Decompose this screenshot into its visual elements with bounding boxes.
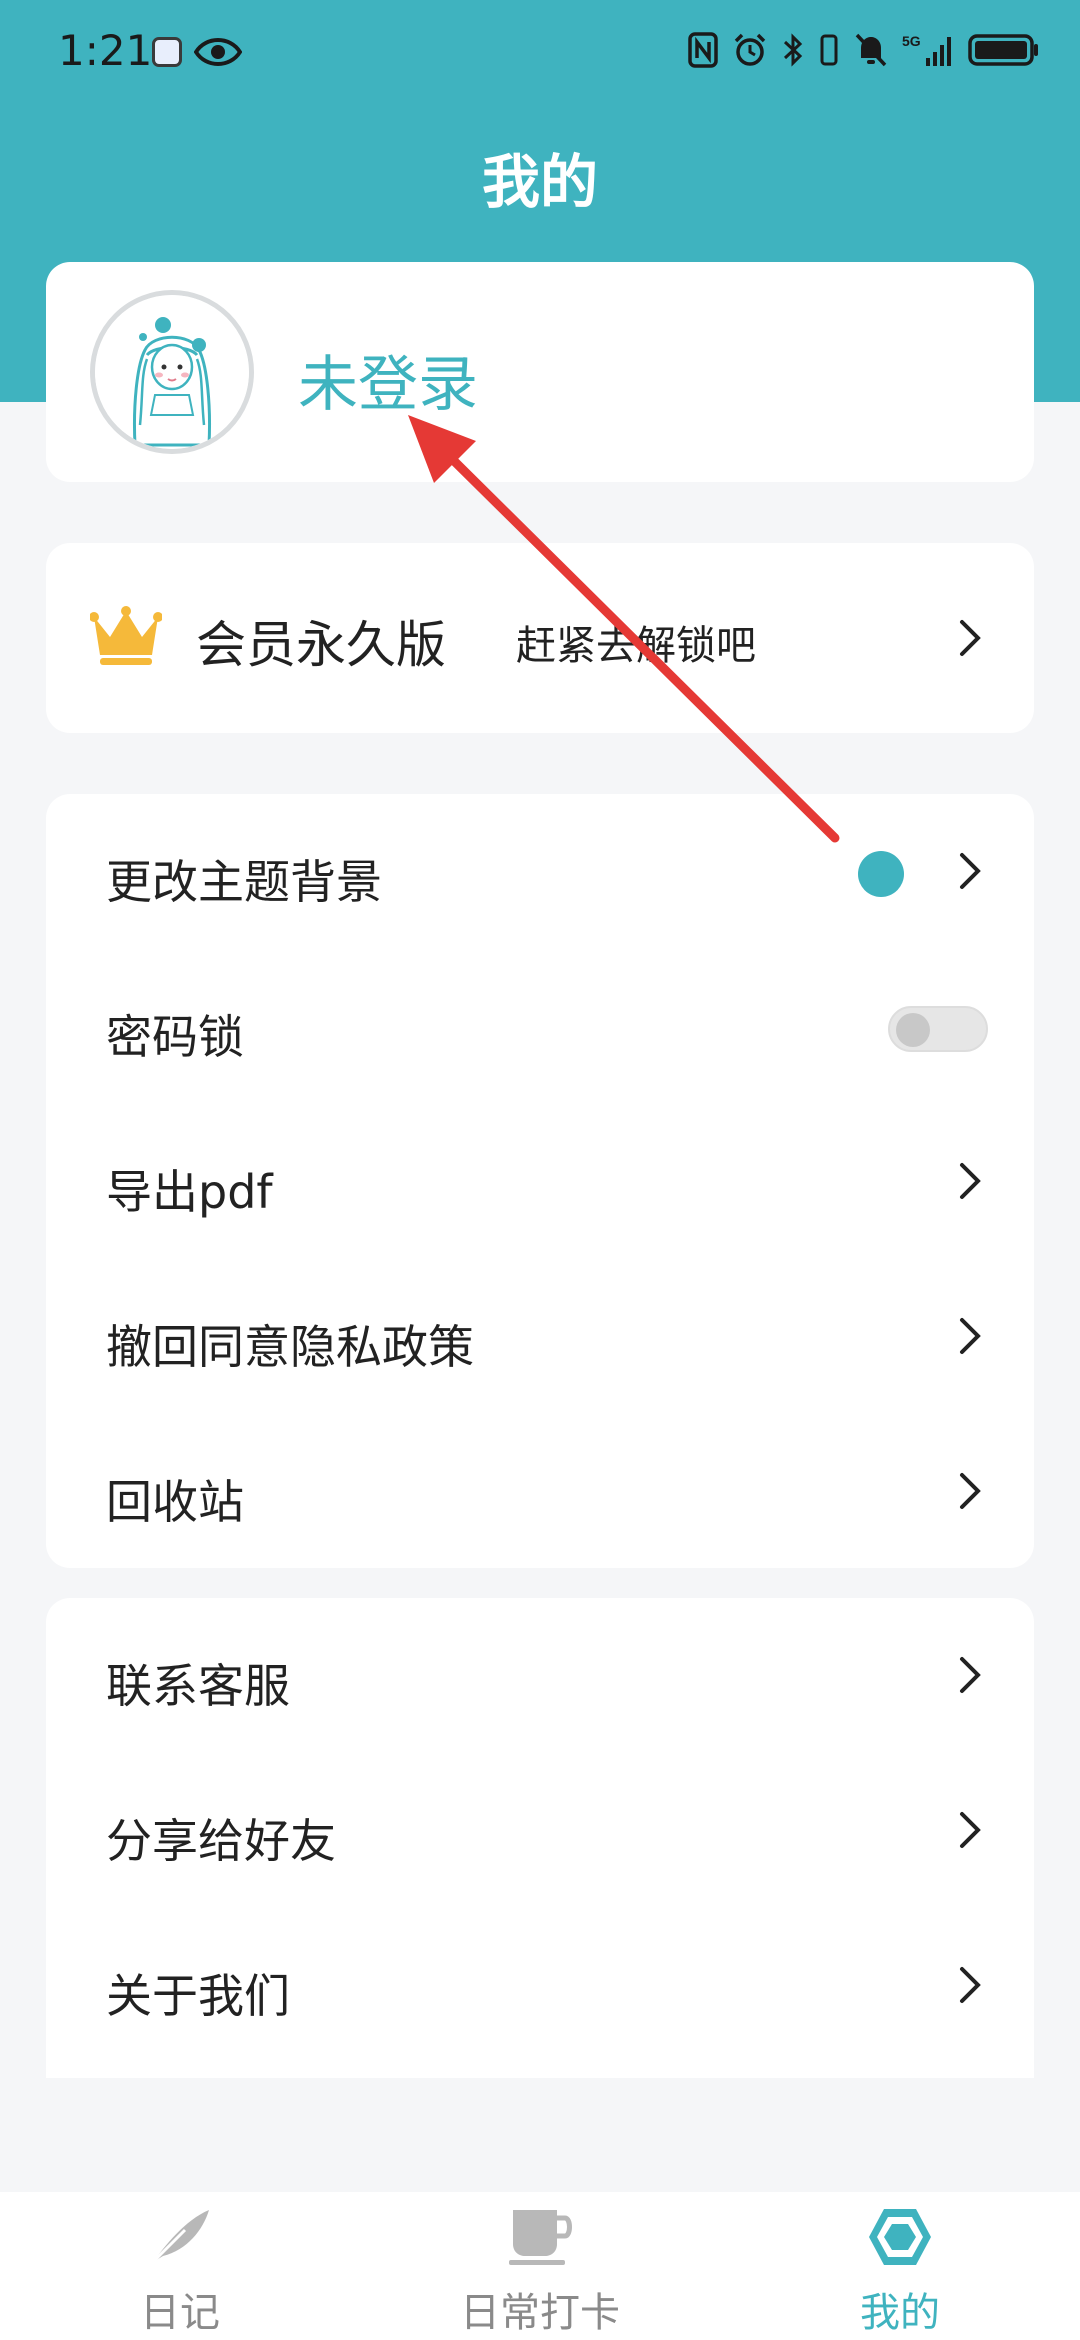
- nfc-icon: [688, 32, 718, 68]
- settings-item-label: 更改主题背景: [106, 855, 382, 909]
- settings-card: 更改主题背景 密码锁 导出pdf 撤回同意隐私政策 回收站: [46, 794, 1034, 1568]
- battery-icon: [968, 34, 1038, 66]
- profile-card[interactable]: 未登录: [46, 262, 1034, 482]
- menu-item-label: 分享给好友: [106, 1814, 336, 1868]
- vip-subtitle: 赶紧去解锁吧: [516, 623, 756, 669]
- page-title: 我的: [481, 148, 598, 216]
- girl-avatar-icon[interactable]: [90, 290, 254, 454]
- nav-label: 日常打卡: [460, 2290, 620, 2336]
- menu-card: 联系客服 分享给好友 关于我们: [46, 1598, 1034, 2078]
- chevron-right-icon: [960, 620, 981, 656]
- nav-tab-mine[interactable]: 我的: [800, 2192, 1000, 2340]
- settings-item-export-pdf[interactable]: 导出pdf: [46, 1104, 1034, 1259]
- chevron-right-icon: [960, 1163, 981, 1199]
- alarm-icon: [734, 33, 766, 66]
- chevron-right-icon: [960, 1657, 981, 1693]
- app-notification-icon: [152, 37, 182, 67]
- settings-item-theme[interactable]: 更改主题背景: [46, 794, 1034, 949]
- settings-item-label: 撤回同意隐私政策: [106, 1320, 474, 1374]
- svg-text:5G: 5G: [902, 33, 921, 49]
- nav-label: 我的: [860, 2290, 940, 2336]
- eye-icon: [194, 38, 242, 66]
- chevron-right-icon: [960, 853, 981, 889]
- mute-icon: [855, 33, 887, 67]
- menu-item-share[interactable]: 分享给好友: [46, 1753, 1034, 1908]
- password-lock-toggle[interactable]: [888, 1006, 988, 1052]
- nav-label: 日记: [140, 2290, 220, 2336]
- settings-item-label: 回收站: [106, 1475, 244, 1529]
- nav-tab-diary[interactable]: 日记: [80, 2192, 280, 2340]
- menu-item-label: 联系客服: [106, 1659, 290, 1713]
- menu-item-about[interactable]: 关于我们: [46, 1908, 1034, 2063]
- status-time: 1:21: [58, 26, 153, 75]
- status-bar: 1:21 5G: [0, 0, 1080, 108]
- theme-color-dot: [858, 851, 904, 897]
- chevron-right-icon: [960, 1318, 981, 1354]
- vip-card[interactable]: 会员永久版 赶紧去解锁吧: [46, 543, 1034, 733]
- nav-tab-checkin[interactable]: 日常打卡: [440, 2192, 640, 2340]
- vip-title: 会员永久版: [196, 616, 446, 674]
- settings-item-revoke-privacy[interactable]: 撤回同意隐私政策: [46, 1259, 1034, 1414]
- crown-icon: [90, 606, 162, 665]
- bluetooth-icon: [783, 33, 803, 67]
- toggle-knob: [896, 1013, 930, 1047]
- chevron-right-icon: [960, 1812, 981, 1848]
- chevron-right-icon: [960, 1967, 981, 2003]
- hexagon-icon: [869, 2209, 931, 2265]
- login-status[interactable]: 未登录: [298, 336, 478, 423]
- menu-item-contact-support[interactable]: 联系客服: [46, 1598, 1034, 1753]
- bottom-nav: 日记 日常打卡 我的: [0, 2192, 1080, 2340]
- settings-item-label: 密码锁: [106, 1010, 244, 1064]
- chevron-right-icon: [960, 1473, 981, 1509]
- cup-icon: [509, 2210, 572, 2265]
- menu-item-label: 关于我们: [106, 1969, 290, 2023]
- settings-item-password-lock: 密码锁: [46, 949, 1034, 1104]
- feather-icon: [149, 2210, 209, 2266]
- settings-item-recycle-bin[interactable]: 回收站: [46, 1414, 1034, 1569]
- settings-item-label: 导出pdf: [106, 1165, 273, 1219]
- vibrate-icon: [820, 34, 838, 66]
- signal-5g-icon: 5G: [902, 33, 951, 66]
